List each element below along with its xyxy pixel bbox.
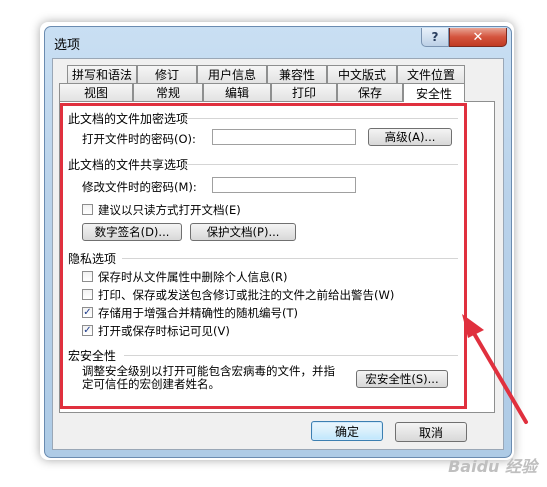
annotation-arrow: [462, 314, 528, 424]
tab-save[interactable]: 保存: [337, 83, 403, 101]
tab-row-2: 视图 常规 编辑 打印 保存 安全性: [59, 83, 495, 102]
arrow-head: [462, 314, 484, 338]
tab-print[interactable]: 打印: [271, 83, 337, 101]
tab-security[interactable]: 安全性: [403, 83, 465, 102]
tab-edit[interactable]: 编辑: [203, 83, 271, 101]
arrow-shaft: [470, 328, 528, 424]
tab-view[interactable]: 视图: [59, 83, 133, 101]
tab-general[interactable]: 常规: [133, 83, 203, 101]
watermark: Baidu 经验: [448, 457, 537, 476]
